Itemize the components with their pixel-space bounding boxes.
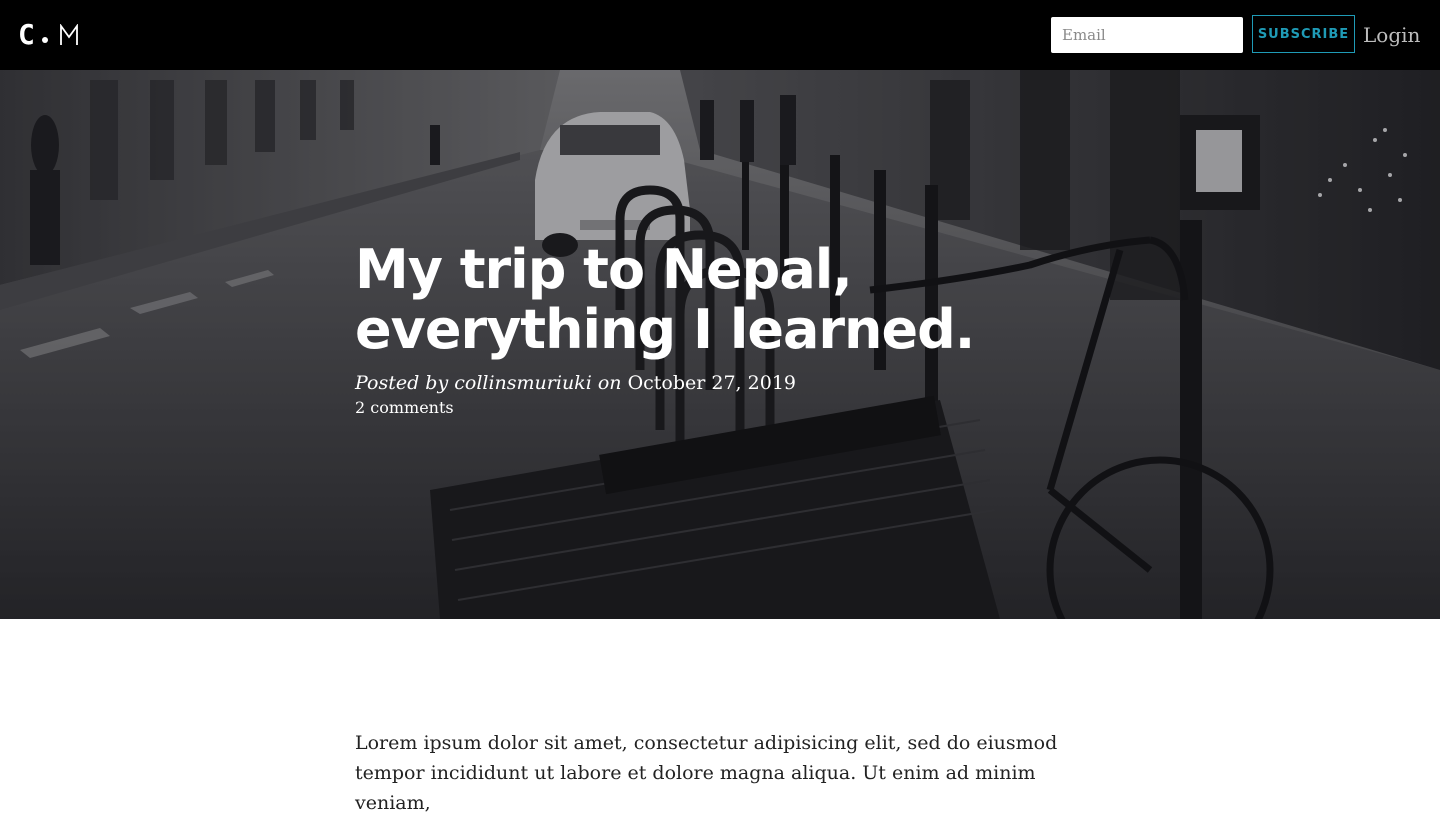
login-link[interactable]: Login [1363,20,1420,50]
post-title-line-1: My trip to Nepal, [355,238,853,301]
comments-link[interactable]: 2 comments [355,396,454,420]
logo-letter: C [18,18,35,51]
post-title-line-2: everything I learned. [355,298,975,361]
post-date: October 27, 2019 [627,372,796,394]
top-navigation-bar: C SUBSCRIBE Login [0,0,1440,70]
post-meta: Posted by collinsmuriuki on October 27, … [355,370,1115,396]
article-paragraph: Lorem ipsum dolor sit amet, consectetur … [355,732,1058,814]
logo-dot [41,37,48,43]
author-link[interactable]: collinsmuriuki [454,372,592,394]
email-input[interactable] [1051,17,1243,53]
post-header: My trip to Nepal, everything I learned. … [355,240,1115,420]
article-body: Lorem ipsum dolor sit amet, consectetur … [355,728,1095,818]
logo-m-icon [59,24,78,45]
posted-by-label: Posted by [355,372,449,394]
on-label: on [597,372,622,394]
site-logo[interactable]: C [18,20,79,50]
subscribe-button[interactable]: SUBSCRIBE [1252,15,1355,53]
hero-banner: My trip to Nepal, everything I learned. … [0,70,1440,619]
post-title: My trip to Nepal, everything I learned. [355,240,1115,360]
